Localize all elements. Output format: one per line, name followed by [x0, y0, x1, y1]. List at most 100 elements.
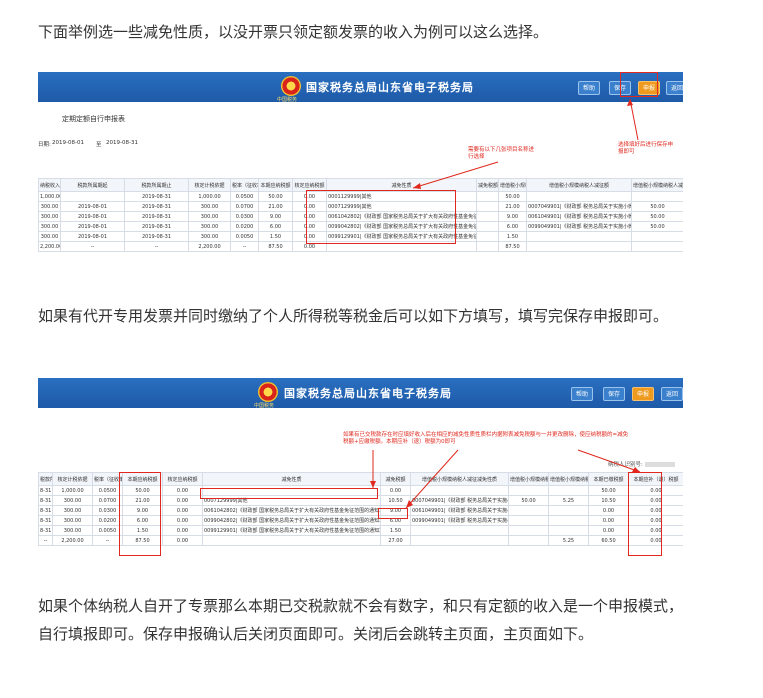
- column-header: 增值税小规模纳税人减征额: [508, 472, 549, 486]
- column-header: 增值税小规模纳税人减征减免税额: [498, 178, 527, 192]
- table-cell: 0.0050: [230, 231, 259, 242]
- table-cell: 50.00: [258, 191, 293, 202]
- table-cell: 6.00: [122, 515, 163, 526]
- table-cell: 1.50: [498, 231, 527, 242]
- save-button[interactable]: 保存: [603, 387, 625, 401]
- table-cell: 300.00: [52, 505, 93, 516]
- table-cell: 6.00: [258, 221, 293, 232]
- table-cell: 50.00: [631, 201, 683, 212]
- table-cell: 0.00: [628, 515, 683, 526]
- table-cell: [631, 231, 683, 242]
- relief-nature-select[interactable]: 0007049901|《财政部 税务总局关于实施小微企业普惠性税收减免政策的通知…: [526, 201, 632, 212]
- help-button[interactable]: 帮助: [571, 387, 593, 401]
- relief-nature-select[interactable]: [526, 231, 632, 242]
- table-row: -- 2,200.00 -- 87.50 0.00 27.00 5.25 60.50 0.00: [38, 535, 683, 546]
- table-cell: 10.50: [588, 495, 629, 506]
- column-header: 税率（征收率）: [230, 178, 259, 192]
- table-cell: [476, 191, 499, 202]
- table-cell: 0.00: [292, 221, 327, 232]
- relief-nature-select[interactable]: 0099049901|《财政部 税务总局关于实施小微企业普惠性税收减免政策的通知…: [410, 515, 509, 526]
- relief-nature-select[interactable]: 0099049901|《财政部 税务总局关于实施小微企业普惠性税收减免政策的通知…: [526, 221, 632, 232]
- table-cell: 2,200.00: [38, 241, 61, 252]
- declare-button[interactable]: 申报: [632, 387, 654, 401]
- emblem-caption: 中国税务: [254, 403, 275, 409]
- table-cell: 50.00: [631, 221, 683, 232]
- table-row: 300.00 2019-08-01 2019-08-31 300.00 0.0050 1.…: [38, 231, 683, 242]
- table-cell: 50.00: [588, 485, 629, 496]
- intro-paragraph: 下面举例选一些减免性质，以没开票只领定额发票的收入为例可以这么选择。: [38, 23, 549, 41]
- table-cell: 300.00: [188, 231, 231, 242]
- column-header: 税率（征收率）: [92, 472, 123, 486]
- relief-nature-select[interactable]: 0061042802|《财政部 国家税务总局关于扩大有关政府性基金免征范围的通知…: [326, 211, 477, 222]
- closing-paragraph: 如果个体纳税人自开了专票那么本期已交税款就不会有数字，和只有定额的收入是一个申报…: [38, 597, 684, 643]
- emblem-caption: 中国税务: [277, 97, 298, 103]
- table-cell: 9.00: [258, 211, 293, 222]
- relief-nature-select[interactable]: 0001129999|其他: [326, 191, 477, 202]
- table-cell: 300.00: [188, 201, 231, 212]
- relief-nature-select[interactable]: 0099042802|《财政部 国家税务总局关于扩大有关政府性基金免征范围的通知…: [202, 515, 381, 526]
- table-cell: 21.00: [258, 201, 293, 212]
- note-select-items: 需要有以下几张项目名称进行选择: [468, 147, 535, 160]
- column-header: 本期已缴税额: [588, 472, 629, 486]
- table-cell: 8-31: [38, 485, 53, 496]
- table-cell: 0.00: [162, 535, 203, 546]
- column-header: 核定应纳税额: [162, 472, 203, 486]
- save-button[interactable]: 保存: [609, 81, 631, 95]
- table-cell: 50.00: [498, 191, 527, 202]
- table-cell: [508, 505, 549, 516]
- table-cell: 1,000.00: [188, 191, 231, 202]
- portal-title: 国家税务总局山东省电子税务局: [284, 387, 452, 400]
- relief-nature-select[interactable]: 0099042802|《财政部 国家税务总局关于扩大有关政府性基金免征范围的通知…: [326, 221, 477, 232]
- relief-nature-select[interactable]: 0007129999|其他: [202, 495, 381, 506]
- table-cell: 0.0700: [230, 201, 259, 212]
- table-cell: 1,000.00: [38, 191, 61, 202]
- table-cell: 21.00: [122, 495, 163, 506]
- table-cell: 2019-08-01: [60, 221, 125, 232]
- relief-nature-select[interactable]: 0061049901|《财政部 税务总局关于实施小微企业普惠性税收减免政策的通知…: [410, 505, 509, 516]
- table-cell: [548, 485, 589, 496]
- tax-emblem-icon: [258, 382, 278, 402]
- relief-nature-select[interactable]: [410, 485, 509, 496]
- table-cell: 2019-08-01: [60, 201, 125, 212]
- relief-nature-select[interactable]: 0099129901|《财政部 国家税务总局关于扩大有关政府性基金免征范围的通知…: [326, 231, 477, 242]
- table-cell: 1.50: [122, 525, 163, 536]
- relief-nature-select[interactable]: 0007049901|《财政部 税务总局关于实施小微企业普惠性税收减免政策的通知…: [410, 495, 509, 506]
- table-cell: 8-31: [38, 495, 53, 506]
- relief-nature-select[interactable]: [202, 485, 381, 496]
- relief-nature-select[interactable]: [410, 525, 509, 536]
- column-header: 核定计税依据: [188, 178, 231, 192]
- table-row: 300.00 2019-08-01 2019-08-31 300.00 0.0700 21…: [38, 201, 683, 212]
- table-cell: 60.50: [588, 535, 629, 546]
- declare-button[interactable]: 申报: [638, 81, 660, 95]
- column-header: 减免税额: [476, 178, 499, 192]
- relief-nature-select[interactable]: 0099129901|《财政部 国家税务总局关于扩大有关政府性基金免征范围的通知…: [202, 525, 381, 536]
- back-button[interactable]: 返回: [666, 81, 683, 95]
- relief-nature-select[interactable]: [526, 191, 632, 202]
- table-cell: 9.00: [122, 505, 163, 516]
- table-cell: [508, 515, 549, 526]
- table-cell: [508, 485, 549, 496]
- table-cell: 300.00: [52, 495, 93, 506]
- help-button[interactable]: 帮助: [578, 81, 600, 95]
- relief-nature-select[interactable]: 0061049901|《财政部 税务总局关于实施小微企业普惠性税收减免政策的通知…: [526, 211, 632, 222]
- table-cell: 0.00: [162, 525, 203, 536]
- taxpayer-id-masked: [644, 462, 675, 467]
- table-cell: [202, 535, 381, 546]
- table-cell: 300.00: [52, 515, 93, 526]
- table-cell: 5.25: [548, 535, 589, 546]
- column-header: 增值税小规模纳税人减征比例%: [548, 472, 589, 486]
- relief-nature-select[interactable]: 0061042802|《财政部 国家税务总局关于扩大有关政府性基金免征范围的通知…: [202, 505, 381, 516]
- table-row: 1,000.00 2019-08-31 1,000.00 0.0500 50.00 0.0…: [38, 191, 683, 202]
- back-button[interactable]: 返回: [661, 387, 683, 401]
- column-header: 减免税额: [380, 472, 411, 486]
- table-cell: [476, 201, 499, 212]
- table-cell: [548, 505, 589, 516]
- column-header: 增值税小规模纳税人减征减免性质: [410, 472, 509, 486]
- column-header: 税款所属期止: [124, 178, 189, 192]
- table-cell: 87.50: [258, 241, 293, 252]
- table-cell: [631, 241, 683, 252]
- relief-nature-select[interactable]: 0007129999|其他: [326, 201, 477, 212]
- table-cell: 9.00: [498, 211, 527, 222]
- table-cell: 0.00: [292, 241, 327, 252]
- table-cell: 50.00: [631, 211, 683, 222]
